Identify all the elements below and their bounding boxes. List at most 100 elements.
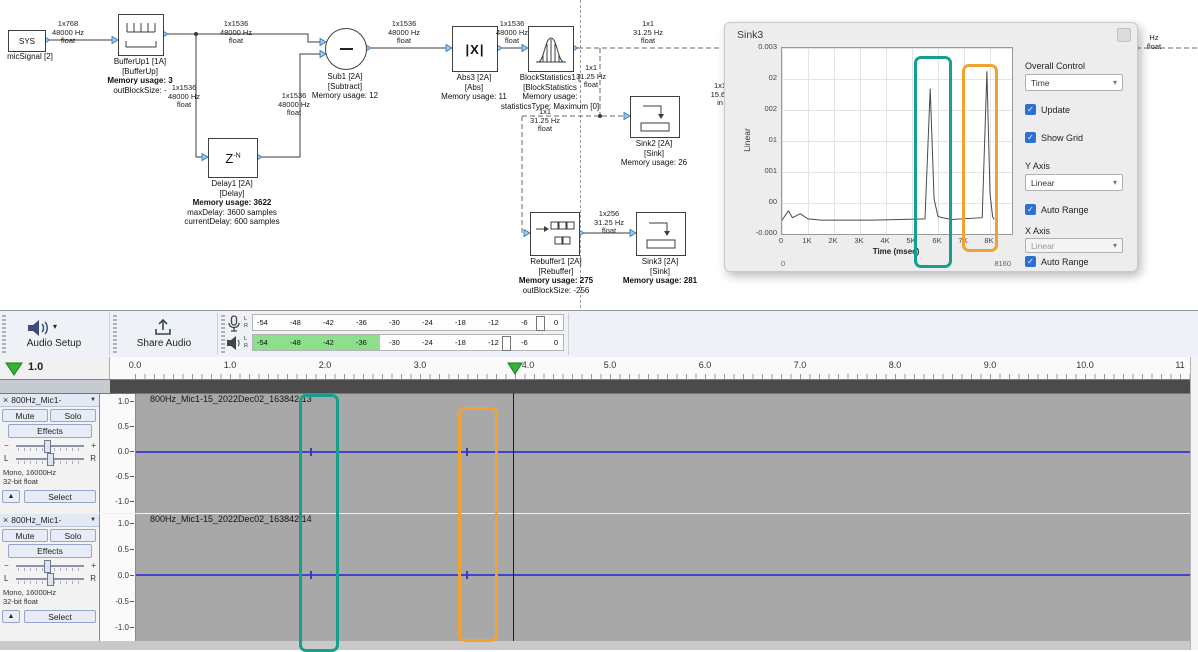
waveform-blip (310, 448, 312, 456)
gain-slider[interactable]: − + (4, 440, 96, 452)
gain-slider[interactable]: − + (4, 560, 96, 572)
domain-select[interactable]: Time (1025, 74, 1123, 91)
slider-thumb[interactable] (47, 453, 54, 466)
wire-label: 1x25631.25 Hzfloat (586, 210, 632, 236)
waveform-area[interactable]: 800Hz_Mic1-15_2022Dec02_163842 14 (136, 514, 1198, 641)
meter-scale-number: 0 (554, 338, 558, 347)
wire-label: 1x76848000 Hzfloat (44, 20, 92, 46)
pan-slider[interactable]: L R (4, 573, 96, 585)
y-scale-select[interactable]: Linear (1025, 174, 1123, 191)
meter-scale-number: -42 (323, 338, 334, 347)
vertical-scrollbar[interactable] (1190, 357, 1198, 650)
checkbox-check-icon (1025, 104, 1036, 115)
solo-button[interactable]: Solo (50, 529, 96, 542)
wire-label: 1x153648000 Hzfloat (380, 20, 428, 46)
label-line: float (210, 37, 262, 46)
close-icon[interactable] (3, 515, 8, 525)
sink3-block-label: Sink3 [2A][Sink]Memory usage: 281 (615, 257, 705, 286)
label-line: Memory usage: 3622 (177, 198, 287, 208)
track-format: 32-bit float (3, 477, 38, 486)
toolbar-grip[interactable] (221, 315, 225, 353)
plot-x-tick: 7K (958, 236, 967, 245)
window-close-button[interactable] (1117, 28, 1131, 42)
sys-label: SYS (19, 37, 35, 46)
plot-area[interactable] (781, 47, 1013, 235)
meter-slider-handle[interactable] (536, 316, 545, 331)
collapse-button[interactable] (2, 610, 20, 623)
pan-slider[interactable]: L R (4, 453, 96, 465)
show-grid-checkbox[interactable]: Show Grid (1025, 132, 1083, 143)
track-title-bar[interactable]: 800Hz_Mic1- (0, 394, 99, 407)
plot-x-tick: 3K (854, 236, 863, 245)
loop-marker-triangle-icon[interactable] (507, 362, 523, 375)
ruler-tick-label: 7.0 (794, 360, 807, 370)
timeline-ruler[interactable]: 1.0 0.01.02.03.04.05.06.07.08.09.010.011 (0, 357, 1198, 380)
collapse-button[interactable] (2, 490, 20, 503)
plot-x-tick: 8K (984, 236, 993, 245)
plot-x-tick: 0 (779, 236, 783, 245)
ruler-tick-label: 1.0 (224, 360, 237, 370)
track-format: Mono, 16000Hz (3, 468, 56, 477)
ruler-tick-label: 10.0 (1076, 360, 1094, 370)
track-title-bar[interactable]: 800Hz_Mic1- (0, 514, 99, 527)
ruler-tick-label: 11 (1175, 360, 1184, 370)
audio-setup-button[interactable]: Audio Setup (0, 338, 108, 349)
delay-block[interactable]: Z-N (208, 138, 258, 178)
label-line: float (158, 101, 210, 110)
meter-slider-handle[interactable] (502, 336, 511, 351)
meter-scale-number: -18 (455, 318, 466, 327)
x-scale-select[interactable]: Linear (1025, 238, 1123, 253)
slider-thumb[interactable] (47, 573, 54, 586)
pan-right-label: R (90, 454, 96, 463)
vertical-scale[interactable]: 1.00.50.0-0.5-1.0 (100, 514, 136, 641)
label-line: Memory usage: (498, 92, 602, 102)
sys-source-block[interactable]: SYS (8, 30, 46, 52)
label-line: Sink2 [2A] (614, 139, 694, 149)
chevron-down-icon[interactable] (90, 517, 96, 523)
y-auto-range-checkbox[interactable]: Auto Range (1025, 204, 1089, 215)
meter-scale-number: -24 (422, 318, 433, 327)
effects-button[interactable]: Effects (8, 544, 92, 558)
bufferup-block[interactable] (118, 14, 164, 56)
x-auto-range-checkbox[interactable]: Auto Range (1025, 256, 1089, 267)
select-button[interactable]: Select (24, 490, 96, 503)
meter-scale-number: -12 (488, 338, 499, 347)
timeline-scrub-bar[interactable] (0, 380, 1198, 393)
meter-scale-number: -54 (257, 338, 268, 347)
chevron-down-icon[interactable] (90, 397, 96, 403)
close-icon[interactable] (3, 395, 8, 405)
rebuffer-block[interactable] (530, 212, 580, 256)
checkbox-check-icon (1025, 204, 1036, 215)
sink3-block[interactable] (636, 212, 686, 256)
gain-plus-label: + (91, 561, 96, 570)
wire-label: 1x131.25 Hzfloat (522, 108, 568, 134)
mute-button[interactable]: Mute (2, 409, 48, 422)
sink2-label: Sink2 [2A][Sink]Memory usage: 26 (614, 139, 694, 168)
vertical-scale-number: 0.0 (118, 571, 129, 580)
plot-y-tick: 02 (725, 73, 777, 82)
select-button[interactable]: Select (24, 610, 96, 623)
slider-thumb[interactable] (44, 560, 51, 573)
sink-icon (635, 101, 675, 133)
label-line: [Sink] (615, 267, 705, 277)
waveform-area[interactable]: 800Hz_Mic1-15_2022Dec02_163842 13 (136, 394, 1198, 513)
ruler-tick-label: 4.0 (522, 360, 535, 370)
label-line: [Subtract] (305, 82, 385, 92)
solo-button[interactable]: Solo (50, 409, 96, 422)
label-line: [Delay] (177, 189, 287, 199)
vertical-scale[interactable]: 1.00.50.0-0.5-1.0 (100, 394, 136, 513)
playback-meter[interactable]: -54-48-42-36-30-24-18-12-60 (252, 334, 564, 351)
effects-button[interactable]: Effects (8, 424, 92, 438)
sink2-block[interactable] (630, 96, 680, 138)
update-checkbox[interactable]: Update (1025, 104, 1070, 115)
share-audio-button[interactable]: Share Audio (116, 338, 212, 349)
label-line: float (268, 109, 320, 118)
recording-meter[interactable]: -54-48-42-36-30-24-18-12-60 (252, 314, 564, 331)
mute-button[interactable]: Mute (2, 529, 48, 542)
subtract-block[interactable] (325, 28, 367, 70)
channel-label: L (244, 316, 247, 322)
ruler-tick-label: 6.0 (699, 360, 712, 370)
label-line: float (1136, 43, 1172, 52)
slider-thumb[interactable] (44, 440, 51, 453)
share-upload-icon (153, 317, 173, 337)
